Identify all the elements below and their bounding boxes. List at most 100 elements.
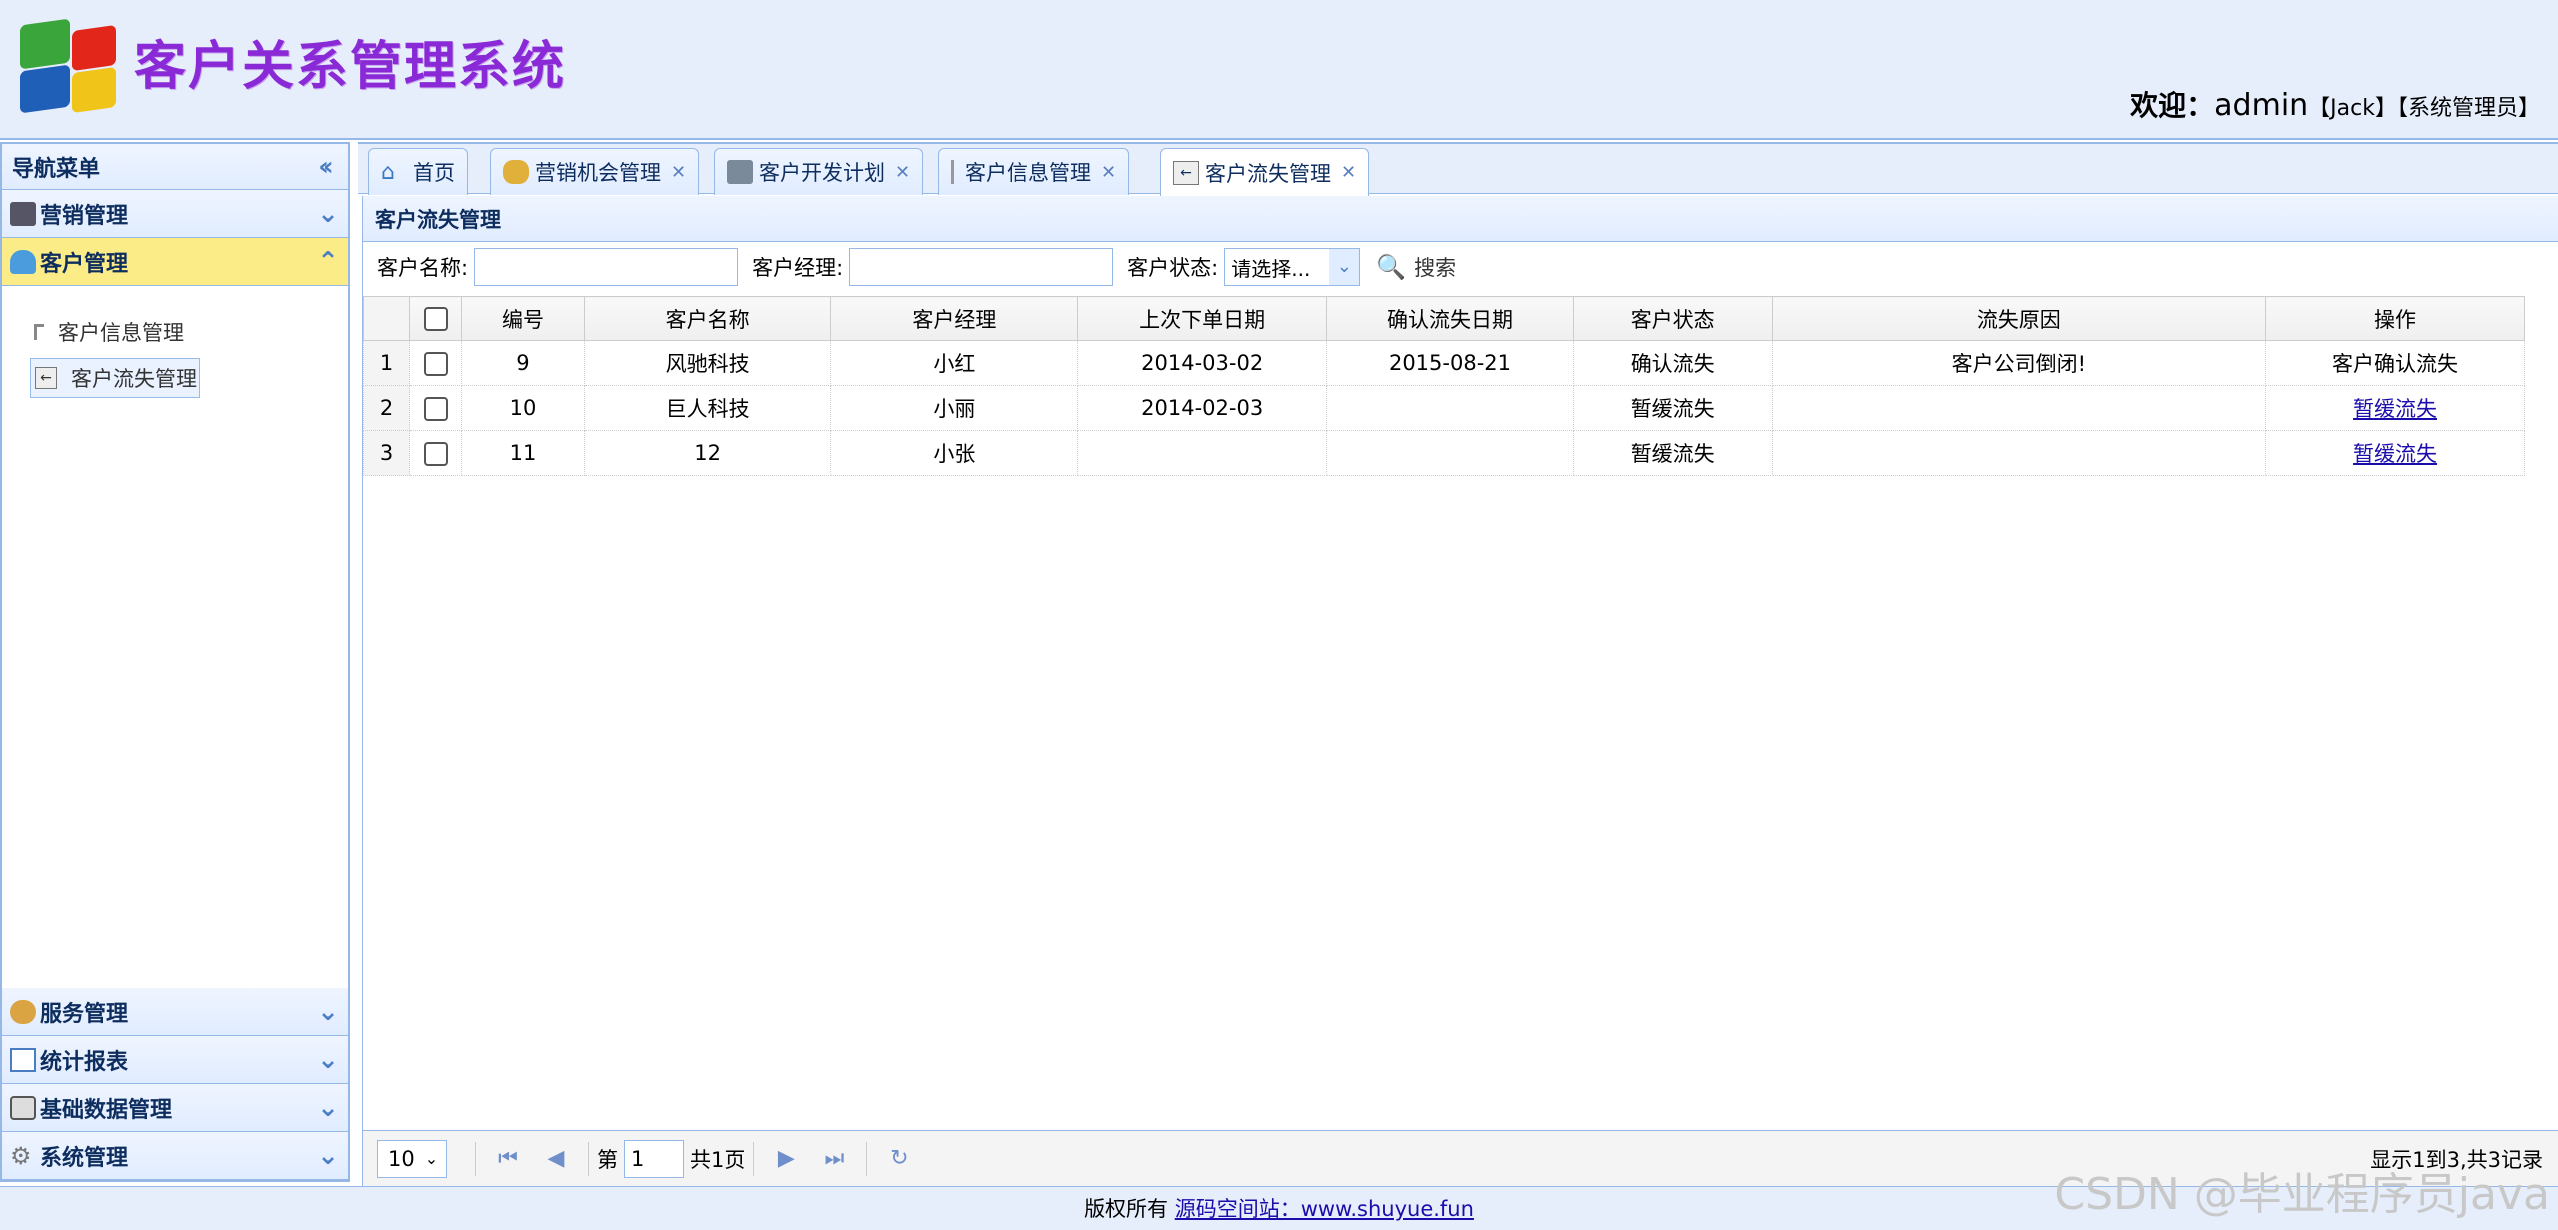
customer-manager-label: 客户经理: (752, 256, 844, 280)
column-header[interactable]: 客户经理 (830, 296, 1079, 341)
defer-loss-link[interactable]: 暂缓流失 (2353, 397, 2437, 421)
search-button[interactable]: 🔍 搜索 (1376, 252, 1456, 282)
section-reports-label: 统计报表 (40, 1049, 129, 1075)
section-service-label: 服务管理 (40, 1001, 129, 1027)
refresh-icon[interactable]: ↻ (875, 1146, 923, 1171)
plan-icon (727, 160, 753, 184)
loss-table: 编号 客户名称 客户经理 上次下单日期 确认流失日期 客户状态 流失原因 操作 … (362, 296, 2525, 476)
section-reports[interactable]: 统计报表 ⌄ (2, 1036, 348, 1084)
section-service[interactable]: 服务管理 ⌄ (2, 988, 348, 1036)
column-header[interactable]: 操作 (2265, 296, 2525, 341)
cell-customer-name: 风驰科技 (583, 340, 832, 386)
nav-sidebar: 导航菜单 ‹‹ 营销管理 ⌄ 客户管理 ⌃ 客户信息管理 ← 客户流失管理 服务… (0, 142, 350, 1182)
home-icon: ⌂ (381, 160, 395, 185)
table-row[interactable]: 3 11 12 小张 暂缓流失 暂缓流失 (362, 430, 2525, 476)
tab-home[interactable]: ⌂ 首页 (368, 148, 468, 195)
next-page-icon[interactable]: ▶ (762, 1146, 810, 1171)
cell-last-order-date: 2014-02-03 (1077, 385, 1328, 431)
real-name: 【Jack】 (2308, 96, 2397, 121)
page-size-select[interactable]: 10 ⌄ (377, 1139, 447, 1178)
row-checkbox[interactable] (423, 441, 448, 466)
row-number: 2 (362, 385, 411, 431)
table-row[interactable]: 2 10 巨人科技 小丽 2014-02-03 暂缓流失 暂缓流失 (362, 385, 2525, 431)
section-basedata[interactable]: 基础数据管理 ⌄ (2, 1084, 348, 1132)
username: admin (2214, 88, 2309, 123)
customer-name-label: 客户名称: (377, 256, 469, 280)
chevron-down-icon[interactable]: ⌄ (1329, 249, 1360, 285)
page-size-value: 10 (388, 1146, 415, 1171)
copyright-text: 版权所有 (1084, 1197, 1169, 1221)
footer-link[interactable]: 源码空间站：www.shuyue.fun (1175, 1197, 1474, 1221)
close-icon[interactable]: ✕ (1341, 162, 1356, 183)
row-checkbox-cell (409, 430, 463, 476)
section-customer[interactable]: 客户管理 ⌃ (2, 238, 348, 286)
column-header[interactable]: 编号 (461, 296, 585, 341)
customer-manager-input[interactable] (849, 248, 1114, 286)
table-row[interactable]: 1 9 风驰科技 小红 2014-03-02 2015-08-21 确认流失 客… (362, 340, 2525, 386)
column-header[interactable]: 流失原因 (1771, 296, 2267, 341)
select-all-checkbox[interactable] (423, 307, 448, 331)
close-icon[interactable]: ✕ (895, 162, 910, 183)
customer-status-label: 客户状态: (1127, 256, 1219, 280)
customer-status-select[interactable]: 请选择... ⌄ (1224, 248, 1361, 286)
tab-dev-plan[interactable]: 客户开发计划 ✕ (714, 148, 924, 195)
key-icon (951, 160, 959, 184)
cell-action: 暂缓流失 (2265, 385, 2525, 431)
sidebar-item-customer-info[interactable]: 客户信息管理 (30, 312, 200, 352)
column-header[interactable]: 上次下单日期 (1077, 296, 1328, 341)
user-role: 【系统管理员】 (2396, 96, 2540, 121)
row-checkbox[interactable] (423, 396, 448, 421)
cell-manager: 小丽 (830, 385, 1079, 431)
expand-icon: ⌄ (317, 996, 339, 1027)
search-icon: 🔍 (1376, 253, 1407, 281)
page-total: 共1页 (690, 1147, 746, 1172)
page-number-input[interactable]: 1 (624, 1139, 684, 1178)
select-all-header (409, 296, 463, 341)
section-marketing-label: 营销管理 (40, 203, 129, 229)
service-icon (10, 999, 36, 1024)
row-checkbox[interactable] (423, 351, 448, 376)
tab-customer-loss[interactable]: ← 客户流失管理 ✕ (1160, 148, 1370, 196)
close-icon[interactable]: ✕ (1101, 162, 1116, 183)
expand-icon: ⌄ (317, 1092, 339, 1123)
close-icon[interactable]: ✕ (671, 162, 686, 183)
cell-status: 暂缓流失 (1572, 385, 1773, 431)
row-checkbox-cell (409, 385, 463, 431)
panel-title: 客户流失管理 (363, 196, 2558, 242)
cell-customer-name: 巨人科技 (583, 385, 832, 431)
last-page-icon[interactable]: ⏭ (810, 1146, 858, 1171)
sidebar-item-customer-loss[interactable]: ← 客户流失管理 (30, 358, 200, 398)
cell-loss-reason: 客户公司倒闭! (1771, 340, 2267, 386)
first-page-icon[interactable]: ⏮ (484, 1146, 532, 1171)
divider (588, 1141, 589, 1176)
expand-icon: ⌄ (317, 198, 339, 229)
column-header[interactable]: 客户状态 (1572, 296, 1773, 341)
nav-heading: 导航菜单 ‹‹ (2, 144, 348, 190)
prev-page-icon[interactable]: ◀ (532, 1146, 580, 1171)
tab-label: 客户信息管理 (965, 161, 1091, 185)
section-marketing[interactable]: 营销管理 ⌄ (2, 190, 348, 238)
cell-last-order-date (1077, 430, 1328, 476)
row-number: 3 (362, 430, 411, 476)
cell-manager: 小张 (830, 430, 1079, 476)
column-header[interactable]: 确认流失日期 (1326, 296, 1574, 341)
drive-icon (10, 1095, 36, 1120)
tab-customer-info[interactable]: 客户信息管理 ✕ (938, 148, 1130, 195)
tab-label: 首页 (413, 161, 455, 185)
cell-action: 客户确认流失 (2265, 340, 2525, 386)
chart-icon (10, 1047, 36, 1072)
collapse-sidebar-icon[interactable]: ‹‹ (308, 152, 338, 182)
cell-confirm-date: 2015-08-21 (1326, 340, 1574, 386)
customer-name-input[interactable] (474, 248, 739, 286)
table-header-row: 编号 客户名称 客户经理 上次下单日期 确认流失日期 客户状态 流失原因 操作 (362, 296, 2525, 341)
customer-submenu: 客户信息管理 ← 客户流失管理 (2, 286, 348, 978)
main-panel: 客户流失管理 客户名称: 客户经理: 客户状态: 请选择... ⌄ 🔍 搜索 编… (362, 196, 2558, 1186)
cell-confirm-date (1326, 385, 1574, 431)
expand-icon: ⌄ (317, 1044, 339, 1075)
column-header[interactable]: 客户名称 (583, 296, 832, 341)
tab-marketing-opportunity[interactable]: 营销机会管理 ✕ (490, 148, 700, 195)
section-system[interactable]: ⚙ 系统管理 ⌄ (2, 1132, 348, 1180)
key-icon (34, 324, 44, 340)
defer-loss-link[interactable]: 暂缓流失 (2353, 442, 2437, 466)
cell-id: 9 (461, 340, 585, 386)
